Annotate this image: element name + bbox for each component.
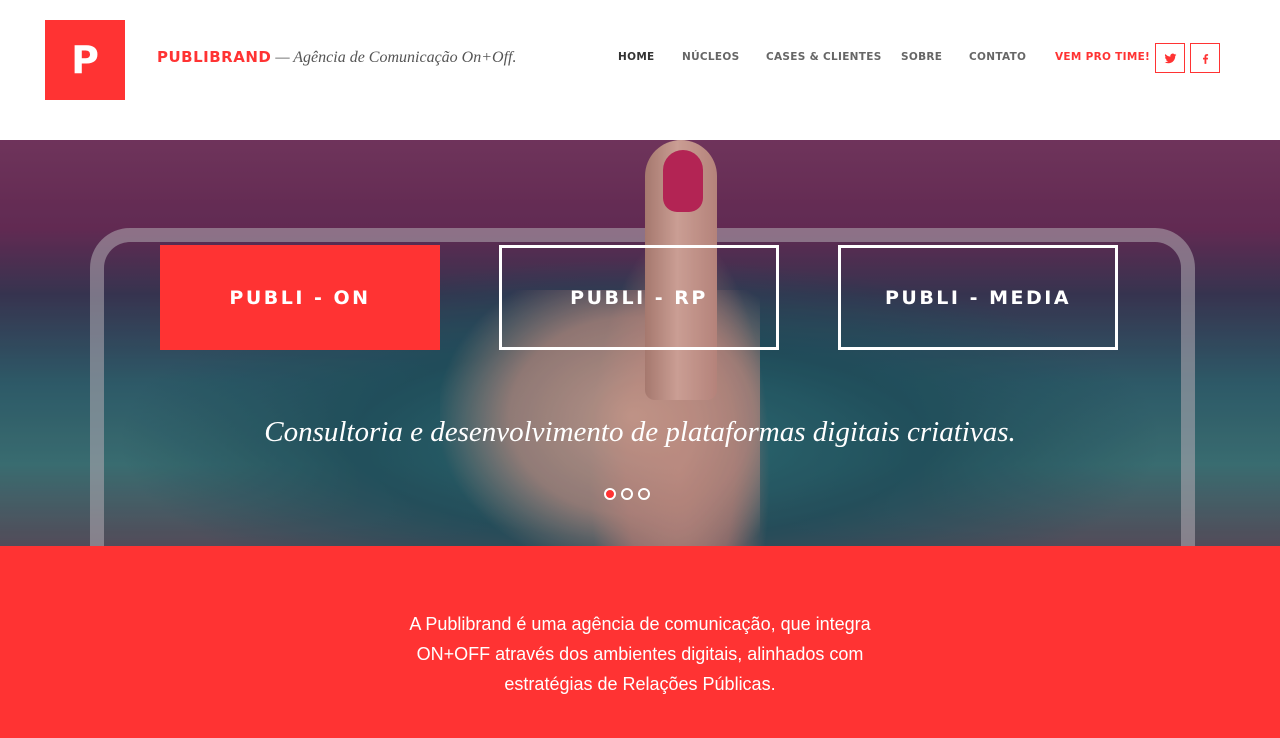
tile-publi-media-label: PUBLI - MEDIA — [884, 286, 1072, 309]
tile-publi-on[interactable]: PUBLI - ON — [160, 245, 440, 350]
nav-sobre[interactable]: SOBRE — [901, 51, 942, 63]
slider-dot-2[interactable] — [621, 488, 633, 500]
nav-contato[interactable]: CONTATO — [969, 51, 1026, 63]
slider-dot-3[interactable] — [638, 488, 650, 500]
tile-publi-media[interactable]: PUBLI - MEDIA — [838, 245, 1118, 350]
tile-publi-rp-label: PUBLI - RP — [570, 286, 708, 309]
site-header: P PUBLIBRAND — Agência de Comunicação On… — [0, 0, 1280, 140]
facebook-button[interactable] — [1190, 43, 1220, 73]
slider-dot-1[interactable] — [604, 488, 616, 500]
twitter-icon — [1164, 53, 1176, 63]
slider-pagination — [604, 488, 650, 500]
hero-slider: PUBLI - ON PUBLI - RP PUBLI - MEDIA Cons… — [0, 140, 1280, 546]
nav-home[interactable]: HOME — [618, 51, 655, 63]
hero-caption: Consultoria e desenvolvimento de platafo… — [264, 416, 1016, 448]
twitter-button[interactable] — [1155, 43, 1185, 73]
main-nav: HOME NÚCLEOS CASES & CLIENTES SOBRE CONT… — [0, 51, 1280, 67]
intro-text: A Publibrand é uma agência de comunicaçã… — [409, 614, 871, 694]
intro-section: A Publibrand é uma agência de comunicaçã… — [0, 546, 1280, 738]
nav-vem-pro-time[interactable]: VEM PRO TIME! — [1055, 51, 1150, 63]
nav-cases-clientes[interactable]: CASES & CLIENTES — [766, 51, 882, 63]
tile-publi-rp[interactable]: PUBLI - RP — [499, 245, 779, 350]
facebook-icon — [1202, 53, 1208, 64]
tile-publi-on-label: PUBLI - ON — [229, 286, 371, 309]
nav-nucleos[interactable]: NÚCLEOS — [682, 51, 739, 63]
